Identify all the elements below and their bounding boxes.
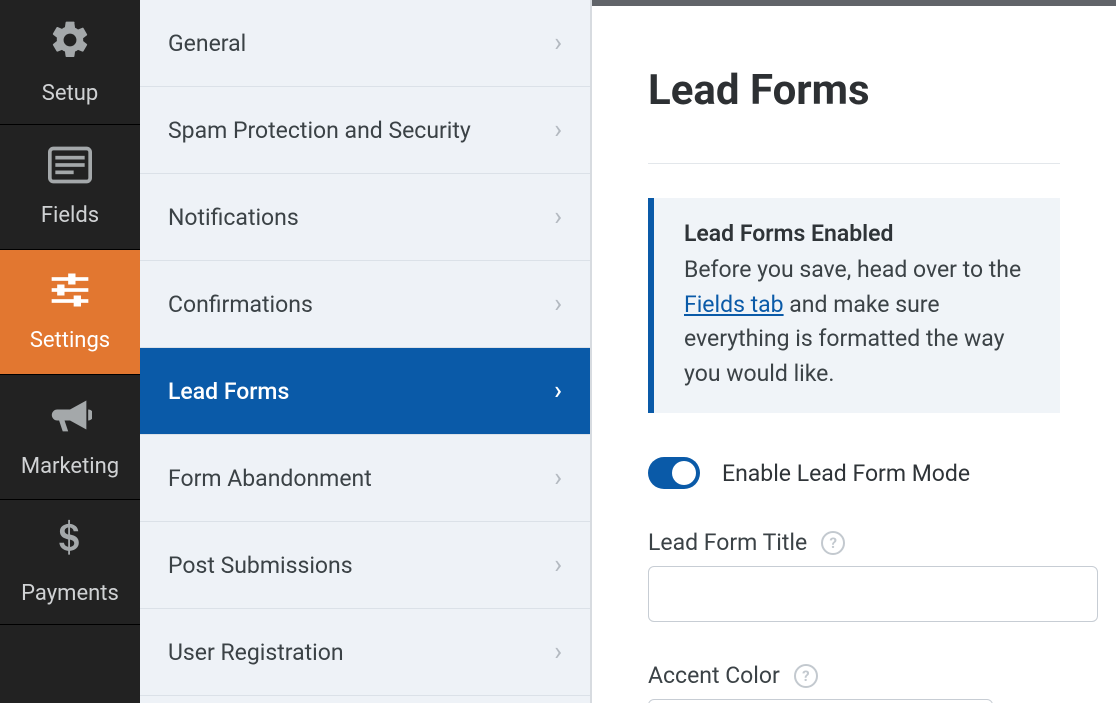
sidebar-secondary: General › Spam Protection and Security › N… xyxy=(140,0,592,703)
sidebar-primary-label: Payments xyxy=(21,581,119,606)
sidebar-primary-marketing[interactable]: Marketing xyxy=(0,375,140,500)
notice-body: Before you save, head over to the Fields… xyxy=(684,253,1034,391)
settings-item-label: Notifications xyxy=(168,204,299,231)
enable-lead-form-toggle[interactable] xyxy=(648,457,700,489)
notice-lead-forms-enabled: Lead Forms Enabled Before you save, head… xyxy=(648,198,1060,413)
settings-item-spam[interactable]: Spam Protection and Security › xyxy=(140,87,590,174)
dollar-icon xyxy=(55,518,85,569)
settings-item-label: Post Submissions xyxy=(168,552,353,579)
lead-form-title-input[interactable] xyxy=(648,566,1098,622)
settings-item-notifications[interactable]: Notifications › xyxy=(140,174,590,261)
settings-item-user-registration[interactable]: User Registration › xyxy=(140,609,590,696)
settings-item-label: Spam Protection and Security xyxy=(168,117,471,144)
sidebar-primary-fields[interactable]: Fields xyxy=(0,125,140,250)
gear-icon xyxy=(48,18,92,69)
main-panel: Lead Forms Lead Forms Enabled Before you… xyxy=(592,0,1116,703)
chevron-right-icon: › xyxy=(554,376,562,406)
settings-item-label: Form Abandonment xyxy=(168,465,372,492)
help-icon[interactable]: ? xyxy=(821,531,845,555)
chevron-right-icon: › xyxy=(554,550,562,580)
settings-item-post-submissions[interactable]: Post Submissions › xyxy=(140,522,590,609)
help-icon[interactable]: ? xyxy=(794,664,818,688)
settings-item-lead-forms[interactable]: Lead Forms › xyxy=(140,348,590,435)
chevron-right-icon: › xyxy=(554,28,562,58)
lead-form-title-label: Lead Form Title? xyxy=(648,529,1060,556)
sidebar-primary-label: Settings xyxy=(30,328,110,353)
sidebar-primary: Setup Fields Settings Marketing Payments xyxy=(0,0,140,703)
notice-title: Lead Forms Enabled xyxy=(684,220,1034,247)
fields-tab-link[interactable]: Fields tab xyxy=(684,291,784,318)
settings-item-label: Lead Forms xyxy=(168,378,289,405)
chevron-right-icon: › xyxy=(554,637,562,667)
divider xyxy=(648,163,1060,164)
sidebar-primary-label: Fields xyxy=(41,203,99,228)
chevron-right-icon: › xyxy=(554,202,562,232)
settings-item-form-abandonment[interactable]: Form Abandonment › xyxy=(140,435,590,522)
sidebar-primary-label: Setup xyxy=(42,81,98,106)
page-title: Lead Forms xyxy=(648,66,1060,115)
sidebar-primary-label: Marketing xyxy=(21,454,119,479)
chevron-right-icon: › xyxy=(554,115,562,145)
sidebar-primary-setup[interactable]: Setup xyxy=(0,0,140,125)
sidebar-primary-settings[interactable]: Settings xyxy=(0,250,140,375)
chevron-right-icon: › xyxy=(554,463,562,493)
bullhorn-icon xyxy=(48,395,92,442)
toggle-label: Enable Lead Form Mode xyxy=(722,460,970,487)
settings-item-label: General xyxy=(168,30,246,57)
sliders-icon xyxy=(48,271,92,316)
accent-color-input[interactable]: #f08138 xyxy=(648,699,993,703)
toggle-knob xyxy=(672,461,696,485)
chevron-right-icon: › xyxy=(554,289,562,319)
settings-item-label: Confirmations xyxy=(168,291,313,318)
sidebar-primary-payments[interactable]: Payments xyxy=(0,500,140,625)
settings-item-general[interactable]: General › xyxy=(140,0,590,87)
list-icon xyxy=(48,146,92,191)
settings-item-confirmations[interactable]: Confirmations › xyxy=(140,261,590,348)
settings-item-label: User Registration xyxy=(168,639,344,666)
accent-color-label: Accent Color? xyxy=(648,662,1060,689)
